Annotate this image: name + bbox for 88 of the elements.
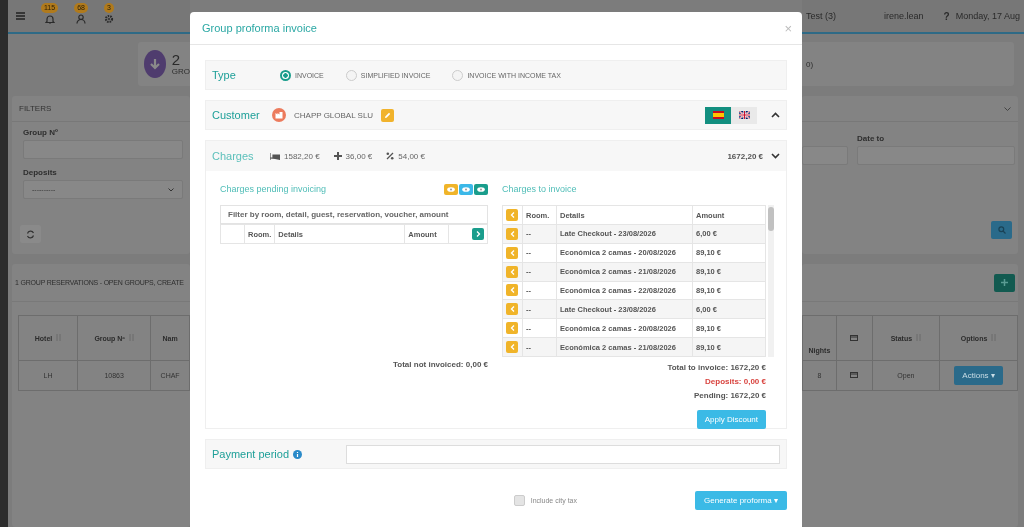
chevron-down-icon[interactable] [771, 153, 780, 159]
field-label: Date to [857, 134, 886, 143]
remove-charge-button[interactable] [506, 284, 518, 297]
chevron-left-icon [509, 325, 515, 332]
chevron-right-icon [475, 231, 481, 237]
total-not-invoiced: Total not invoiced: 0,00 € [393, 360, 488, 369]
remove-charge-button[interactable] [506, 227, 518, 240]
factory-icon [272, 108, 286, 122]
actions-button[interactable]: Actions ▾ [954, 366, 1003, 385]
bell-icon [44, 13, 55, 24]
user-name: irene.lean [884, 11, 924, 21]
card-icon [850, 334, 859, 341]
close-button[interactable]: × [784, 20, 792, 36]
customer-label: Customer [212, 109, 261, 121]
apply-discount-button[interactable]: Apply Discount [696, 410, 766, 429]
help-link[interactable]: ? [943, 10, 950, 22]
charge-amount: 1582,20 € [284, 151, 320, 161]
stat-value: 2 [171, 52, 182, 67]
search-icon [997, 226, 1006, 234]
arrow-down-icon [148, 58, 161, 70]
deposits-total: Deposits: 0,00 € [705, 377, 766, 386]
pencil-icon [384, 111, 392, 119]
eye-icon [477, 186, 485, 192]
uk-flag-icon [738, 111, 750, 119]
eye-icon [462, 186, 470, 192]
charge-amount: 54,00 € [398, 151, 425, 161]
remove-charge-button[interactable] [506, 246, 518, 259]
filters-title: FILTERS [19, 104, 52, 113]
payment-label: Payment period [212, 448, 290, 460]
bed-icon [270, 152, 280, 160]
chevron-left-icon [509, 306, 515, 313]
customer-name: CHAPP GLOBAL SLU [294, 110, 374, 120]
edit-button[interactable] [381, 108, 395, 122]
menu-icon[interactable] [16, 12, 25, 20]
filter-field[interactable]: Filter by room, detail, guest, reservation, voucher, amount [220, 205, 488, 224]
stat-text: 0) [806, 59, 814, 69]
input-field[interactable] [802, 146, 848, 165]
percent-icon [386, 152, 395, 160]
field-label: Deposits [23, 168, 58, 177]
chevron-left-icon [509, 212, 515, 218]
remove-charge-button[interactable] [506, 341, 518, 354]
remove-charge-button[interactable] [506, 303, 518, 316]
type-label: Type [212, 69, 237, 81]
language-button[interactable] [731, 106, 757, 124]
spain-flag-icon [712, 111, 724, 119]
chevron-left-icon [509, 268, 515, 275]
chevron-left-icon [509, 230, 515, 237]
hotel-name: Test (3) [806, 11, 836, 21]
move-all-back-button[interactable] [506, 209, 518, 221]
pending-total: Pending: 1672,20 € [693, 391, 766, 400]
field-label: Group Nº [23, 128, 59, 137]
chevron-down-icon [168, 187, 174, 192]
card-icon [850, 372, 859, 378]
chevron-up-icon[interactable] [771, 112, 780, 118]
section-title: Charges pending invoicing [220, 184, 327, 194]
radio-button[interactable] [345, 69, 357, 81]
section-title: Charges to invoice [502, 184, 577, 194]
view-button[interactable] [444, 183, 458, 195]
language-button[interactable] [705, 106, 731, 124]
view-button[interactable] [459, 183, 473, 195]
date-text: Monday, 17 Aug [955, 11, 1021, 21]
remove-charge-button[interactable] [506, 265, 518, 278]
stat-label: GRO [171, 67, 190, 76]
refresh-icon [26, 229, 35, 239]
refresh-button[interactable] [20, 225, 41, 243]
charge-amount: 36,00 € [345, 151, 373, 161]
plus-icon [1001, 279, 1008, 286]
chevron-left-icon [509, 287, 515, 294]
generate-proforma-button[interactable]: Generate proforma ▾ [695, 491, 787, 510]
radio-button[interactable] [452, 69, 464, 81]
view-button[interactable] [474, 183, 488, 195]
remove-charge-button[interactable] [506, 322, 518, 335]
payment-period-field[interactable] [346, 444, 780, 464]
charges-label: Charges [212, 150, 255, 162]
eye-icon [447, 186, 455, 192]
move-all-button[interactable] [472, 228, 484, 240]
info-icon [293, 449, 303, 459]
chevron-left-icon [509, 344, 515, 351]
dialog-title: Group proforma invoice [202, 22, 317, 34]
charges-total: 1672,20 € [727, 151, 763, 161]
total-to-invoice: Total to invoice: 1672,20 € [667, 363, 766, 372]
radio-button[interactable] [280, 69, 291, 81]
settings-icon [103, 13, 114, 24]
search-button[interactable] [991, 221, 1012, 239]
plus-icon [333, 152, 342, 160]
add-button[interactable] [994, 273, 1015, 292]
user-icon [76, 13, 87, 24]
chevron-left-icon [509, 249, 515, 256]
